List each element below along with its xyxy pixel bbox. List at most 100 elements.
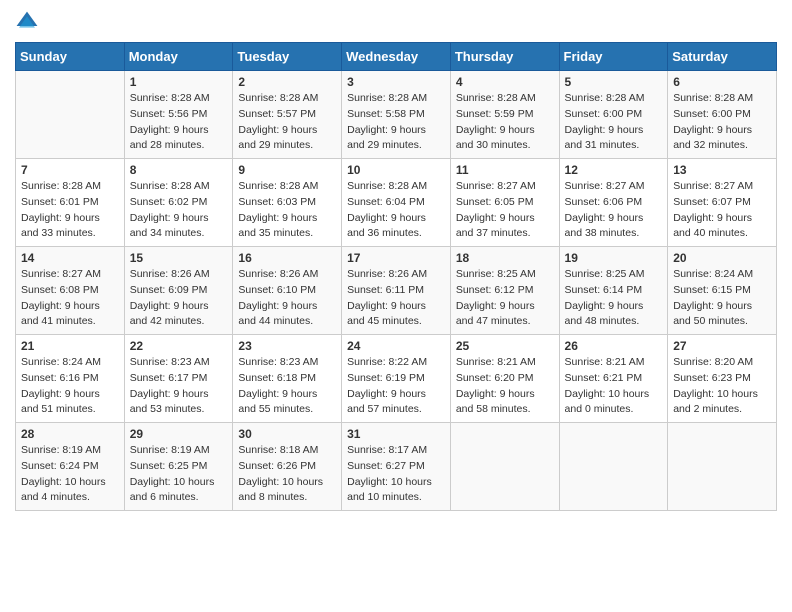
day-number: 19 — [565, 251, 663, 265]
day-info: Sunrise: 8:28 AMSunset: 6:01 PMDaylight:… — [21, 179, 119, 242]
day-info: Sunrise: 8:28 AMSunset: 6:04 PMDaylight:… — [347, 179, 445, 242]
day-cell — [16, 71, 125, 159]
day-number: 22 — [130, 339, 228, 353]
day-cell — [559, 423, 668, 511]
day-cell: 11Sunrise: 8:27 AMSunset: 6:05 PMDayligh… — [450, 159, 559, 247]
day-cell: 23 Sunrise: 8:23 AMSunset: 6:18 PMDayligh… — [233, 335, 342, 423]
day-cell: 19 Sunrise: 8:25 AMSunset: 6:14 PMDayligh… — [559, 247, 668, 335]
day-number: 20 — [673, 251, 771, 265]
day-cell: 16 Sunrise: 8:26 AMSunset: 6:10 PMDayligh… — [233, 247, 342, 335]
day-info: Sunrise: 8:27 AMSunset: 6:07 PMDaylight:… — [673, 179, 771, 242]
day-cell: 2Sunrise: 8:28 AMSunset: 5:57 PMDaylight… — [233, 71, 342, 159]
day-cell: 26 Sunrise: 8:21 AMSunset: 6:21 PMDayligh… — [559, 335, 668, 423]
day-cell: 17 Sunrise: 8:26 AMSunset: 6:11 PMDayligh… — [342, 247, 451, 335]
day-info: Sunrise: 8:19 AMSunset: 6:24 PMDaylight:… — [21, 443, 119, 506]
day-info: Sunrise: 8:18 AMSunset: 6:26 PMDaylight:… — [238, 443, 336, 506]
header-row: SundayMondayTuesdayWednesdayThursdayFrid… — [16, 43, 777, 71]
day-info: Sunrise: 8:28 AMSunset: 6:03 PMDaylight:… — [238, 179, 336, 242]
day-cell: 30 Sunrise: 8:18 AMSunset: 6:26 PMDayligh… — [233, 423, 342, 511]
day-cell: 6 Sunrise: 8:28 AMSunset: 6:00 PMDaylight… — [668, 71, 777, 159]
header-sunday: Sunday — [16, 43, 125, 71]
day-number: 10 — [347, 163, 445, 177]
day-number: 8 — [130, 163, 228, 177]
day-info: Sunrise: 8:24 AMSunset: 6:15 PMDaylight:… — [673, 267, 771, 330]
day-cell: 8 Sunrise: 8:28 AMSunset: 6:02 PMDaylight… — [124, 159, 233, 247]
header-saturday: Saturday — [668, 43, 777, 71]
day-info: Sunrise: 8:28 AMSunset: 5:56 PMDaylight:… — [130, 91, 228, 154]
header-monday: Monday — [124, 43, 233, 71]
logo-icon — [15, 10, 39, 34]
day-cell: 15 Sunrise: 8:26 AMSunset: 6:09 PMDayligh… — [124, 247, 233, 335]
day-info: Sunrise: 8:28 AMSunset: 6:00 PMDaylight:… — [565, 91, 663, 154]
day-number: 6 — [673, 75, 771, 89]
day-info: Sunrise: 8:22 AMSunset: 6:19 PMDaylight:… — [347, 355, 445, 418]
week-row-4: 21Sunrise: 8:24 AMSunset: 6:16 PMDayligh… — [16, 335, 777, 423]
day-number: 13 — [673, 163, 771, 177]
day-number: 17 — [347, 251, 445, 265]
day-number: 15 — [130, 251, 228, 265]
week-row-2: 7 Sunrise: 8:28 AMSunset: 6:01 PMDaylight… — [16, 159, 777, 247]
day-number: 2 — [238, 75, 336, 89]
day-info: Sunrise: 8:26 AMSunset: 6:09 PMDaylight:… — [130, 267, 228, 330]
day-info: Sunrise: 8:27 AMSunset: 6:08 PMDaylight:… — [21, 267, 119, 330]
week-row-1: 1 Sunrise: 8:28 AMSunset: 5:56 PMDaylight… — [16, 71, 777, 159]
day-cell: 29 Sunrise: 8:19 AMSunset: 6:25 PMDayligh… — [124, 423, 233, 511]
day-info: Sunrise: 8:21 AMSunset: 6:21 PMDaylight:… — [565, 355, 663, 418]
day-number: 28 — [21, 427, 119, 441]
day-info: Sunrise: 8:26 AMSunset: 6:11 PMDaylight:… — [347, 267, 445, 330]
day-cell — [450, 423, 559, 511]
day-cell: 3 Sunrise: 8:28 AMSunset: 5:58 PMDaylight… — [342, 71, 451, 159]
page-header — [15, 10, 777, 34]
day-number: 9 — [238, 163, 336, 177]
day-cell — [668, 423, 777, 511]
day-number: 4 — [456, 75, 554, 89]
day-cell: 9 Sunrise: 8:28 AMSunset: 6:03 PMDaylight… — [233, 159, 342, 247]
day-cell: 18 Sunrise: 8:25 AMSunset: 6:12 PMDayligh… — [450, 247, 559, 335]
day-number: 16 — [238, 251, 336, 265]
day-info: Sunrise: 8:20 AMSunset: 6:23 PMDaylight:… — [673, 355, 771, 418]
day-info: Sunrise: 8:23 AMSunset: 6:18 PMDaylight:… — [238, 355, 336, 418]
day-info: Sunrise: 8:25 AMSunset: 6:14 PMDaylight:… — [565, 267, 663, 330]
day-number: 5 — [565, 75, 663, 89]
day-info: Sunrise: 8:28 AMSunset: 6:02 PMDaylight:… — [130, 179, 228, 242]
day-number: 3 — [347, 75, 445, 89]
day-cell: 12Sunrise: 8:27 AMSunset: 6:06 PMDayligh… — [559, 159, 668, 247]
day-info: Sunrise: 8:19 AMSunset: 6:25 PMDaylight:… — [130, 443, 228, 506]
day-number: 25 — [456, 339, 554, 353]
day-info: Sunrise: 8:17 AMSunset: 6:27 PMDaylight:… — [347, 443, 445, 506]
day-number: 18 — [456, 251, 554, 265]
day-cell: 20 Sunrise: 8:24 AMSunset: 6:15 PMDayligh… — [668, 247, 777, 335]
day-number: 30 — [238, 427, 336, 441]
day-cell: 1 Sunrise: 8:28 AMSunset: 5:56 PMDaylight… — [124, 71, 233, 159]
day-cell: 7 Sunrise: 8:28 AMSunset: 6:01 PMDaylight… — [16, 159, 125, 247]
day-number: 29 — [130, 427, 228, 441]
day-info: Sunrise: 8:28 AMSunset: 6:00 PMDaylight:… — [673, 91, 771, 154]
week-row-5: 28 Sunrise: 8:19 AMSunset: 6:24 PMDayligh… — [16, 423, 777, 511]
day-info: Sunrise: 8:23 AMSunset: 6:17 PMDaylight:… — [130, 355, 228, 418]
header-friday: Friday — [559, 43, 668, 71]
day-number: 27 — [673, 339, 771, 353]
day-number: 14 — [21, 251, 119, 265]
day-number: 23 — [238, 339, 336, 353]
header-wednesday: Wednesday — [342, 43, 451, 71]
day-info: Sunrise: 8:21 AMSunset: 6:20 PMDaylight:… — [456, 355, 554, 418]
day-info: Sunrise: 8:26 AMSunset: 6:10 PMDaylight:… — [238, 267, 336, 330]
day-cell: 4Sunrise: 8:28 AMSunset: 5:59 PMDaylight… — [450, 71, 559, 159]
day-info: Sunrise: 8:27 AMSunset: 6:06 PMDaylight:… — [565, 179, 663, 242]
header-thursday: Thursday — [450, 43, 559, 71]
day-number: 7 — [21, 163, 119, 177]
day-cell: 24Sunrise: 8:22 AMSunset: 6:19 PMDayligh… — [342, 335, 451, 423]
day-number: 1 — [130, 75, 228, 89]
day-info: Sunrise: 8:25 AMSunset: 6:12 PMDaylight:… — [456, 267, 554, 330]
header-tuesday: Tuesday — [233, 43, 342, 71]
logo — [15, 10, 43, 34]
day-number: 26 — [565, 339, 663, 353]
day-cell: 10 Sunrise: 8:28 AMSunset: 6:04 PMDayligh… — [342, 159, 451, 247]
day-info: Sunrise: 8:28 AMSunset: 5:58 PMDaylight:… — [347, 91, 445, 154]
day-number: 21 — [21, 339, 119, 353]
day-cell: 31Sunrise: 8:17 AMSunset: 6:27 PMDayligh… — [342, 423, 451, 511]
day-cell: 21Sunrise: 8:24 AMSunset: 6:16 PMDayligh… — [16, 335, 125, 423]
week-row-3: 14 Sunrise: 8:27 AMSunset: 6:08 PMDayligh… — [16, 247, 777, 335]
day-cell: 28 Sunrise: 8:19 AMSunset: 6:24 PMDayligh… — [16, 423, 125, 511]
day-cell: 13 Sunrise: 8:27 AMSunset: 6:07 PMDayligh… — [668, 159, 777, 247]
